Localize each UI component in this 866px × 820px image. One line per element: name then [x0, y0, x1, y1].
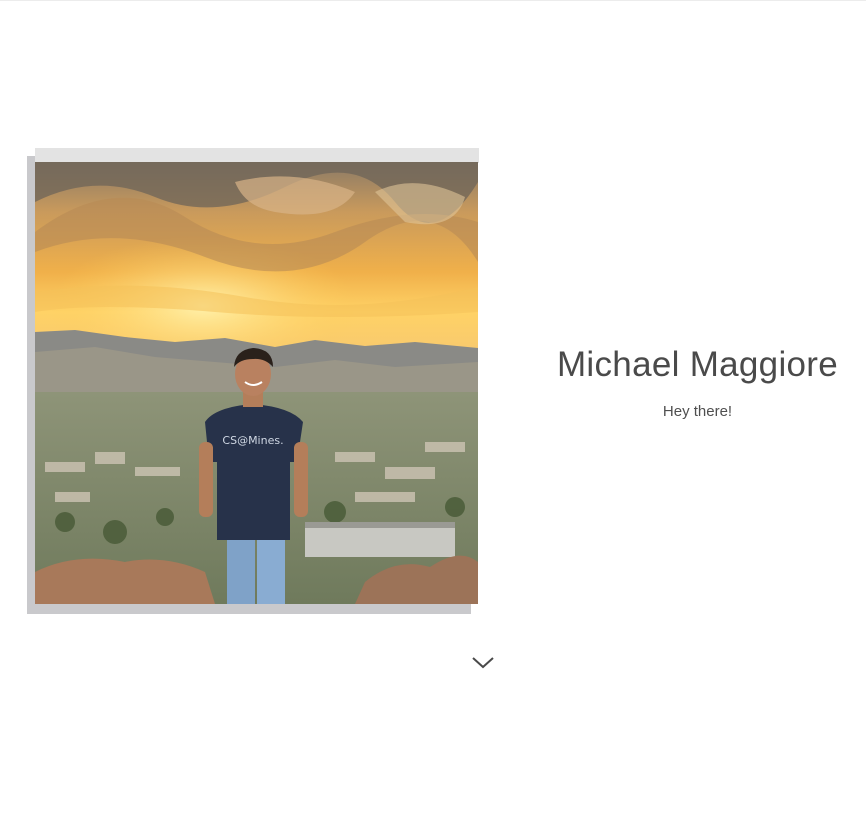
photo-frame-top-backing [35, 148, 479, 163]
chevron-down-icon[interactable] [468, 652, 498, 674]
intro-block: Michael Maggiore Hey there! [545, 345, 850, 420]
svg-text:CS@Mines.: CS@Mines. [222, 434, 283, 447]
profile-tagline: Hey there! [662, 403, 733, 420]
profile-name: Michael Maggiore [556, 345, 839, 384]
top-divider [0, 0, 866, 1]
profile-photo-frame: CS@Mines. [27, 148, 479, 614]
profile-photo: CS@Mines. [35, 162, 478, 604]
hero-section: CS@Mines. Michael Maggiore Hey there! [0, 0, 866, 820]
